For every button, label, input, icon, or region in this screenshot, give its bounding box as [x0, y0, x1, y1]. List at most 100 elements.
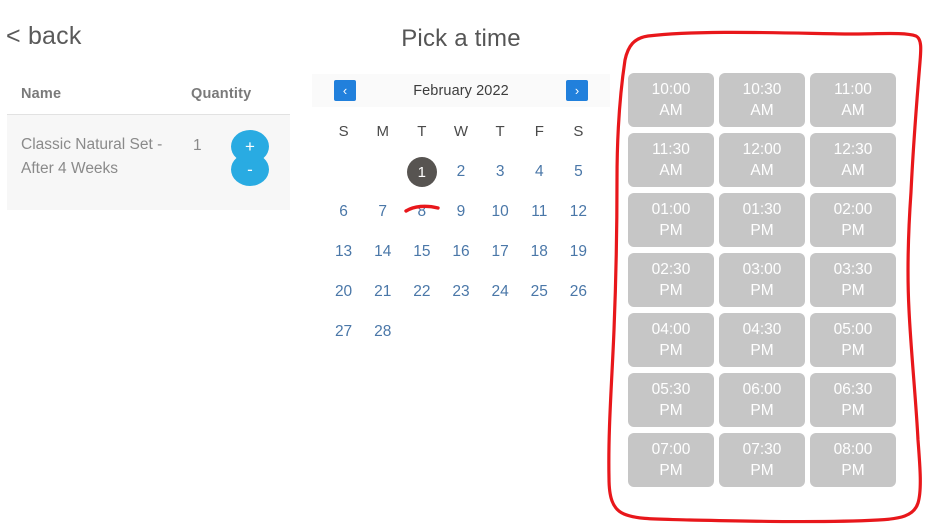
calendar-day[interactable]: 14: [363, 232, 402, 272]
calendar-day[interactable]: 28: [363, 312, 402, 352]
calendar-day[interactable]: 6: [324, 192, 363, 232]
calendar-day-empty: [324, 152, 363, 192]
booking-page: < back Name Quantity Classic Natural Set…: [0, 0, 934, 527]
calendar-day-number: 23: [452, 283, 470, 301]
time-slot-meridiem: PM: [659, 402, 683, 419]
calendar-day[interactable]: 10: [481, 192, 520, 232]
weekday-label: S: [338, 123, 349, 141]
calendar-day[interactable]: 9: [441, 192, 480, 232]
calendar-day-number: 25: [530, 283, 548, 301]
calendar-day-number: 24: [491, 283, 509, 301]
calendar-day[interactable]: 8: [402, 192, 441, 232]
time-slot-button[interactable]: 08:00 PM: [810, 433, 896, 487]
time-slot-time: 03:30: [833, 261, 873, 278]
time-slot-meridiem: PM: [841, 462, 865, 479]
time-slots-panel: 10:00 AM 10:30 AM 11:00 AM 11:30 AM 12:00 AM 12:30…: [628, 73, 906, 487]
time-slot-meridiem: PM: [659, 222, 683, 239]
calendar-day[interactable]: 7: [363, 192, 402, 232]
time-slot-button[interactable]: 05:30 PM: [628, 373, 714, 427]
calendar-day-number: 28: [374, 323, 392, 341]
time-slot-button[interactable]: 03:30 PM: [810, 253, 896, 307]
calendar-days-grid: 1 2 3 4 5 6 7 8 9 10 11 12 13 14 15 16 17 18 19 20 21 22 23 24 2…: [312, 152, 610, 352]
cart-panel: < back Name Quantity Classic Natural Set…: [0, 0, 300, 527]
calendar-day[interactable]: 13: [324, 232, 363, 272]
calendar-day-number: 26: [569, 283, 588, 301]
calendar-day[interactable]: 23: [441, 272, 480, 312]
calendar-day[interactable]: 2: [441, 152, 480, 192]
time-slot-button[interactable]: 03:00 PM: [719, 253, 805, 307]
time-slot-meridiem: AM: [659, 162, 683, 179]
calendar-day-number: 2: [456, 163, 466, 181]
cart-item-name: Classic Natural Set - After 4 Weeks: [21, 136, 163, 177]
time-slot-button[interactable]: 01:00 PM: [628, 193, 714, 247]
calendar-day[interactable]: 19: [559, 232, 598, 272]
time-slot-time: 12:30: [833, 141, 873, 158]
calendar-day[interactable]: 22: [402, 272, 441, 312]
time-slot-button[interactable]: 12:00 AM: [719, 133, 805, 187]
calendar-day[interactable]: 11: [520, 192, 559, 232]
time-slot-time: 01:00: [651, 201, 691, 218]
calendar-day-number: 5: [574, 163, 583, 181]
time-slot-button[interactable]: 12:30 AM: [810, 133, 896, 187]
chevron-right-icon[interactable]: ›: [565, 80, 588, 102]
weekday-label: F: [534, 123, 544, 141]
calendar-day[interactable]: 17: [481, 232, 520, 272]
time-slot-meridiem: AM: [750, 102, 774, 119]
time-slot-button[interactable]: 01:30 PM: [719, 193, 805, 247]
time-slot-button[interactable]: 05:00 PM: [810, 313, 896, 367]
calendar-day-number: 8: [417, 203, 427, 221]
calendar-day-number: 22: [413, 283, 431, 301]
calendar-day[interactable]: 26: [559, 272, 598, 312]
calendar-day[interactable]: 12: [559, 192, 598, 232]
time-slot-time: 10:30: [742, 81, 782, 98]
time-slot-button[interactable]: 07:30 PM: [719, 433, 805, 487]
time-slot-time: 11:00: [834, 81, 872, 98]
time-slot-time: 05:00: [833, 321, 873, 338]
time-slot-meridiem: AM: [841, 162, 865, 179]
time-slot-button[interactable]: 06:00 PM: [719, 373, 805, 427]
time-slot-button[interactable]: 06:30 PM: [810, 373, 896, 427]
time-slot-meridiem: PM: [750, 402, 774, 419]
column-header-name: Name: [21, 86, 62, 102]
calendar-day[interactable]: 27: [324, 312, 363, 352]
chevron-left-icon[interactable]: ‹: [334, 80, 356, 102]
calendar-day[interactable]: 24: [481, 272, 520, 312]
time-slot-button[interactable]: 11:00 AM: [810, 73, 896, 127]
calendar-day[interactable]: 15: [402, 232, 441, 272]
calendar-day-number: 1: [406, 157, 437, 188]
calendar-day[interactable]: 16: [441, 232, 480, 272]
time-slot-time: 02:00: [833, 201, 873, 218]
calendar-day[interactable]: 21: [363, 272, 402, 312]
time-slot-button[interactable]: 10:30 AM: [719, 73, 805, 127]
time-slot-time: 10:00: [651, 81, 691, 98]
time-slot-button[interactable]: 02:00 PM: [810, 193, 896, 247]
time-slot-meridiem: PM: [750, 222, 774, 239]
time-slot-meridiem: PM: [841, 402, 865, 419]
calendar-day-number: 7: [378, 203, 388, 221]
time-slot-time: 07:00: [651, 441, 691, 458]
time-slot-button[interactable]: 04:30 PM: [719, 313, 805, 367]
time-slot-meridiem: PM: [750, 462, 774, 479]
time-slot-meridiem: PM: [750, 342, 774, 359]
time-slot-meridiem: PM: [659, 282, 683, 299]
time-slot-button[interactable]: 10:00 AM: [628, 73, 714, 127]
calendar-day[interactable]: 4: [520, 152, 559, 192]
weekday-label: W: [453, 123, 469, 141]
calendar-day[interactable]: 20: [324, 272, 363, 312]
calendar-day[interactable]: 25: [520, 272, 559, 312]
time-slot-button[interactable]: 02:30 PM: [628, 253, 714, 307]
back-link[interactable]: < back: [6, 24, 82, 49]
calendar-day[interactable]: 3: [481, 152, 520, 192]
page-title: Pick a time: [401, 25, 521, 52]
calendar-month-label: February 2022: [413, 82, 509, 99]
time-slot-button[interactable]: 04:00 PM: [628, 313, 714, 367]
calendar-day[interactable]: 18: [520, 232, 559, 272]
time-slot-button[interactable]: 11:30 AM: [628, 133, 714, 187]
increase-quantity-button[interactable]: +: [231, 130, 269, 163]
calendar-day-number: 16: [452, 243, 470, 261]
calendar-day-number: 11: [531, 203, 548, 221]
time-slot-button[interactable]: 07:00 PM: [628, 433, 714, 487]
calendar-day-number: 18: [530, 243, 548, 261]
calendar-day-selected[interactable]: 1: [402, 152, 441, 192]
calendar-day[interactable]: 5: [559, 152, 598, 192]
